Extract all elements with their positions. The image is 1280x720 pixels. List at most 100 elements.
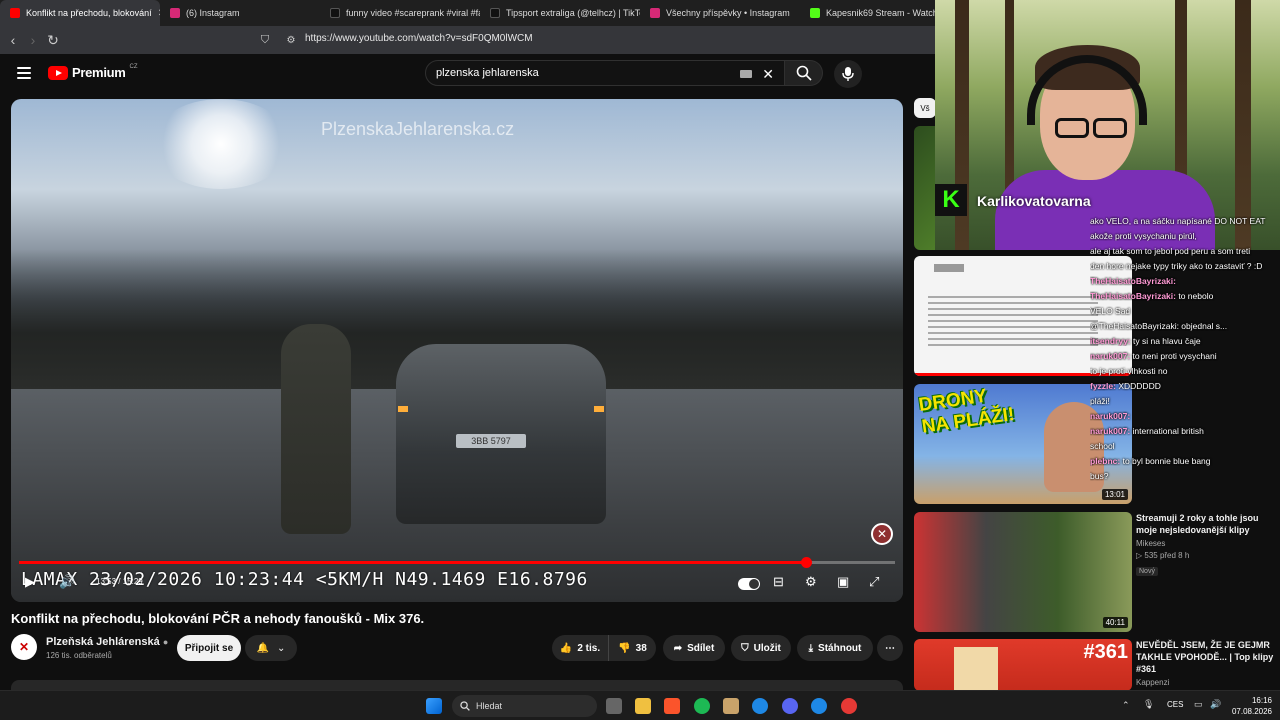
chat-username: naruk007: [1090,351,1133,361]
settings-icon[interactable]: ⚙ [805,574,817,590]
chat-text: akože proti vysychaniu pirúl, [1090,231,1197,241]
start-icon[interactable] [426,698,442,714]
autoplay-toggle[interactable] [738,578,760,590]
recommended-title: Streamuji 2 roky a tohle jsou moje nejsl… [1136,513,1259,535]
search-button[interactable] [785,60,823,86]
miniplayer-icon[interactable]: ▣ [837,574,849,590]
chat-message: school [1090,441,1280,451]
language-indicator[interactable]: CES [1167,700,1183,709]
chat-message: VELO Sad [1090,306,1280,316]
save-button[interactable]: ⛉ Uložit [731,635,791,661]
download-button[interactable]: ⤓ Stáhnout [797,635,873,661]
time-display: 13:53 / 15:29 [96,577,143,586]
recommended-meta-text: 535 před 8 h [1144,551,1190,560]
chat-message: bus? [1090,471,1280,481]
tiktok-favicon-icon [330,8,340,18]
volume-icon[interactable]: 🔊 [59,574,75,590]
share-icon: ➦ [673,642,683,654]
site-info-icon[interactable]: ⚙ [281,30,301,50]
dislike-button[interactable]: 👎 38 [608,635,656,661]
search-input[interactable]: plzenska jehlarenska ✕ [425,60,785,86]
share-button[interactable]: ➦ Sdílet [663,635,725,661]
chat-text: ako VELO, a na sáčku napísané DO NOT EAT [1090,216,1266,226]
tab-tiktok-video[interactable]: funny video #scareprank #viral #fa [320,0,480,26]
kick-favicon-icon [810,8,820,18]
tab-youtube[interactable]: Konflikt na přechodu, blokování ✕ [0,0,160,26]
close-overlay-icon[interactable]: ✕ [871,523,893,545]
like-button[interactable]: 👍 2 tis. [552,635,608,661]
filter-chip-all[interactable]: Vš [914,98,936,118]
chat-text: to byl bonnie blue bang [1122,456,1211,466]
subscribe-button[interactable]: Připojit se [177,635,241,661]
chat-message: pláži! [1090,396,1280,406]
more-actions-button[interactable]: ⋯ [877,635,903,661]
youtube-play-icon [48,65,68,80]
recommended-info-4[interactable]: Streamuji 2 roky a tohle jsou moje nejsl… [1136,512,1276,578]
microphone-tray-icon[interactable]: 🎙 [1143,699,1154,710]
recommended-channel: Mikeses [1136,539,1166,548]
forward-icon[interactable]: › [23,30,43,50]
new-badge: Nový [1136,567,1158,576]
chat-text: to je proti vlhkosti no [1090,366,1168,376]
spotify-icon[interactable] [694,698,710,714]
video-frame-sun [151,99,291,189]
address-bar: ‹ › ↻ ⛉ ⚙ https://www.youtube.com/watch?… [0,26,935,54]
chat-username: naruk007: [1090,426,1133,436]
back-icon[interactable]: ‹ [3,30,23,50]
app-record-icon[interactable] [841,698,857,714]
channel-name[interactable]: Plzeňská Jehlárenská ● [46,636,168,648]
network-icon[interactable]: ▭ [1194,699,1203,710]
brave-browser-icon[interactable] [664,698,680,714]
subtitles-icon[interactable]: ⊟ [773,574,784,590]
volume-tray-icon[interactable]: 🔊 [1210,699,1221,710]
taskbar-search[interactable]: Hledat [452,695,597,717]
recommended-channel: Kappenzi [1136,678,1170,687]
chat-message: itsendryy: ty si na hlavu čaje [1090,336,1280,346]
keyboard-icon[interactable] [740,70,752,78]
youtube-header: Premium CZ plzenska jehlarenska ✕ [0,54,935,94]
progress-bar[interactable] [19,557,895,568]
youtube-favicon-icon [10,8,20,18]
chat-text: pláži! [1090,396,1110,406]
kick-logo-icon: K [935,184,967,216]
url-field[interactable]: https://www.youtube.com/watch?v=sdF0QM0l… [305,33,533,44]
recommended-info-5[interactable]: NEVĚDĚL JSEM, ŽE JE GEJMR TAKHLE VPOHODĚ… [1136,639,1276,687]
tab-kick-stream[interactable]: Kapesnik69 Stream - Watch [800,0,935,26]
voice-search-button[interactable] [834,60,862,88]
discord-notify-icon[interactable] [782,698,798,714]
app-icon[interactable] [723,698,739,714]
download-icon: ⤓ [808,642,814,654]
recommended-thumbnail-4[interactable]: 40:11 [914,512,1132,632]
task-view-icon[interactable] [606,698,622,714]
chat-message: den hore nejake typy triky ako to zastav… [1090,261,1280,271]
clock[interactable]: 16:16 07.08.2026 [1232,695,1272,717]
chat-username: naruk007: [1090,411,1131,421]
youtube-logo[interactable]: Premium CZ [48,64,138,80]
menu-icon[interactable] [17,67,31,79]
app-c-icon[interactable] [811,698,827,714]
chat-text: @TheHaisatoBayrizaki: objednal s... [1090,321,1228,331]
fullscreen-icon[interactable]: ⤢ [869,574,879,590]
video-player[interactable]: 3BB 5797 PlzenskaJehlarenska.cz LAMAX 23… [11,99,903,602]
notifications-button[interactable]: 🔔 ⌄ [245,635,297,661]
recommended-title: NEVĚDĚL JSEM, ŽE JE GEJMR TAKHLE VPOHODĚ… [1136,640,1274,674]
chat-message: akože proti vysychaniu pirúl, [1090,231,1280,241]
bookmark-icon[interactable]: ⛉ [255,30,275,50]
chat-username: TheHaisatoBayrizaki: [1090,291,1179,301]
tray-chevron-icon[interactable]: ⌃ [1122,700,1130,711]
tab-instagram[interactable]: (6) Instagram [160,0,320,26]
tab-label: Kapesnik69 Stream - Watch [826,8,935,18]
discord-icon[interactable] [752,698,768,714]
clear-search-icon[interactable]: ✕ [762,66,774,83]
recommended-thumbnail-5[interactable]: #361 [914,639,1132,691]
tab-tiktok-extraliga[interactable]: Tipsport extraliga (@telhcz) | TikTok [480,0,640,26]
play-button[interactable]: ▶ [25,574,35,590]
reload-icon[interactable]: ↻ [43,30,63,50]
tab-instagram-posts[interactable]: Všechny příspěvky • Instagram [640,0,800,26]
streamer-webcam: K Karlikovatovarna [935,0,1280,250]
channel-avatar[interactable]: ✕ [11,634,37,660]
taskbar-search-label: Hledat [476,701,503,711]
chat-message: TheHaisatoBayrizaki: [1090,276,1280,286]
like-count: 2 tis. [577,642,601,654]
file-explorer-icon[interactable] [635,698,651,714]
